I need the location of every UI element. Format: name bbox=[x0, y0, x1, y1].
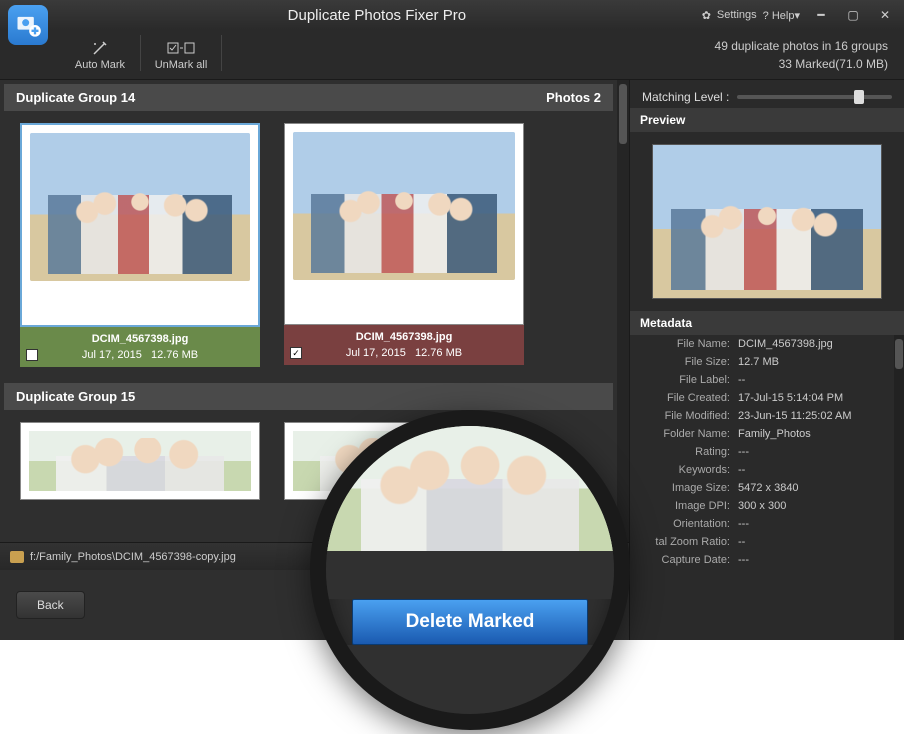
metadata-row: File Modified:23-Jun-15 11:25:02 AM bbox=[630, 407, 894, 425]
metadata-value: --- bbox=[738, 446, 886, 458]
titlebar: Duplicate Photos Fixer Pro ✿ Settings ? … bbox=[0, 0, 904, 30]
metadata-key: File Modified: bbox=[638, 410, 738, 422]
delete-marked-button[interactable]: Delete Marked bbox=[352, 599, 588, 645]
photo-thumbnail bbox=[293, 132, 515, 280]
metadata-header: Metadata bbox=[630, 311, 904, 335]
settings-gear-icon: ✿ bbox=[702, 9, 711, 22]
metadata-key: File Size: bbox=[638, 356, 738, 368]
group-title: Duplicate Group 14 bbox=[16, 90, 135, 105]
wand-icon bbox=[91, 39, 109, 57]
metadata-row: File Size:12.7 MB bbox=[630, 353, 894, 371]
minimize-button[interactable]: ━ bbox=[810, 6, 832, 24]
matching-level-row: Matching Level : bbox=[630, 80, 904, 108]
group-14-photos: DCIM_4567398.jpg Jul 17, 2015 12.76 MB D… bbox=[0, 111, 617, 379]
photo-thumbnail bbox=[29, 431, 251, 491]
metadata-row: Keywords:-- bbox=[630, 461, 894, 479]
metadata-value: -- bbox=[738, 536, 886, 548]
metadata-list: File Name:DCIM_4567398.jpgFile Size:12.7… bbox=[630, 335, 904, 640]
metadata-key: tal Zoom Ratio: bbox=[638, 536, 738, 548]
file-path-text: f:/Family_Photos\DCIM_4567398-copy.jpg bbox=[30, 551, 236, 563]
chevron-down-icon: ▾ bbox=[794, 10, 800, 22]
maximize-button[interactable]: ▢ bbox=[842, 6, 864, 24]
folder-icon bbox=[10, 551, 24, 563]
stats-text: 49 duplicate photos in 16 groups 33 Mark… bbox=[222, 37, 904, 73]
app-title: Duplicate Photos Fixer Pro bbox=[52, 7, 702, 24]
metadata-value: 23-Jun-15 11:25:02 AM bbox=[738, 410, 886, 422]
photo-meta-keep: DCIM_4567398.jpg Jul 17, 2015 12.76 MB bbox=[20, 327, 260, 367]
metadata-value: 300 x 300 bbox=[738, 500, 886, 512]
metadata-key: Image DPI: bbox=[638, 500, 738, 512]
photo-card[interactable] bbox=[20, 422, 260, 500]
preview-box bbox=[630, 132, 904, 311]
photo-meta-marked: DCIM_4567398.jpg Jul 17, 2015 12.76 MB ✓ bbox=[284, 325, 524, 365]
settings-link[interactable]: Settings bbox=[717, 9, 757, 21]
metadata-value: -- bbox=[738, 374, 886, 386]
metadata-row: File Created:17-Jul-15 5:14:04 PM bbox=[630, 389, 894, 407]
metadata-key: Capture Date: bbox=[638, 554, 738, 566]
metadata-key: Folder Name: bbox=[638, 428, 738, 440]
photo-filename: DCIM_4567398.jpg bbox=[290, 331, 518, 343]
group-header-14[interactable]: Duplicate Group 14 Photos 2 bbox=[4, 84, 613, 111]
app-logo-icon bbox=[8, 5, 48, 45]
auto-mark-button[interactable]: Auto Mark bbox=[60, 35, 140, 75]
metadata-value: --- bbox=[738, 518, 886, 530]
metadata-key: Orientation: bbox=[638, 518, 738, 530]
metadata-value: 5472 x 3840 bbox=[738, 482, 886, 494]
metadata-value: Family_Photos bbox=[738, 428, 886, 440]
metadata-key: File Name: bbox=[638, 338, 738, 350]
metadata-row: Image DPI:300 x 300 bbox=[630, 497, 894, 515]
scrollbar-thumb[interactable] bbox=[619, 84, 627, 144]
metadata-scrollbar[interactable] bbox=[894, 335, 904, 640]
auto-mark-label: Auto Mark bbox=[75, 59, 125, 71]
metadata-key: Image Size: bbox=[638, 482, 738, 494]
metadata-row: Image Size:5472 x 3840 bbox=[630, 479, 894, 497]
unmark-all-button[interactable]: UnMark all bbox=[141, 35, 221, 75]
metadata-key: File Created: bbox=[638, 392, 738, 404]
mark-checkbox[interactable] bbox=[26, 349, 38, 361]
vertical-scrollbar[interactable] bbox=[617, 80, 629, 542]
metadata-row: tal Zoom Ratio:-- bbox=[630, 533, 894, 551]
metadata-row: File Label:-- bbox=[630, 371, 894, 389]
slider-knob[interactable] bbox=[854, 90, 864, 104]
group-count: Photos 2 bbox=[546, 90, 601, 105]
unmark-icon bbox=[167, 39, 195, 57]
close-button[interactable]: ✕ bbox=[874, 6, 896, 24]
toolbar: Auto Mark UnMark all 49 duplicate photos… bbox=[0, 30, 904, 80]
metadata-value: -- bbox=[738, 464, 886, 476]
metadata-row: Rating:--- bbox=[630, 443, 894, 461]
photo-card[interactable]: DCIM_4567398.jpg Jul 17, 2015 12.76 MB ✓ bbox=[284, 123, 524, 367]
magnifier-overlay: Delete Marked bbox=[310, 410, 630, 730]
matching-level-slider[interactable] bbox=[737, 95, 892, 99]
photo-card[interactable]: DCIM_4567398.jpg Jul 17, 2015 12.76 MB bbox=[20, 123, 260, 367]
magnified-thumbnail bbox=[326, 426, 614, 551]
back-button[interactable]: Back bbox=[16, 591, 85, 619]
metadata-key: Keywords: bbox=[638, 464, 738, 476]
preview-header: Preview bbox=[630, 108, 904, 132]
photo-filename: DCIM_4567398.jpg bbox=[26, 333, 254, 345]
help-link[interactable]: ? Help▾ bbox=[763, 9, 800, 22]
metadata-row: Folder Name:Family_Photos bbox=[630, 425, 894, 443]
group-title: Duplicate Group 15 bbox=[16, 389, 135, 404]
mark-checkbox[interactable]: ✓ bbox=[290, 347, 302, 359]
metadata-value: 17-Jul-15 5:14:04 PM bbox=[738, 392, 886, 404]
metadata-key: File Label: bbox=[638, 374, 738, 386]
preview-image bbox=[652, 144, 882, 299]
metadata-row: File Name:DCIM_4567398.jpg bbox=[630, 335, 894, 353]
unmark-all-label: UnMark all bbox=[155, 59, 208, 71]
photo-thumbnail bbox=[30, 133, 250, 281]
metadata-value: --- bbox=[738, 554, 886, 566]
matching-level-label: Matching Level : bbox=[642, 90, 729, 104]
metadata-value: 12.7 MB bbox=[738, 356, 886, 368]
scrollbar-thumb[interactable] bbox=[895, 339, 903, 369]
metadata-row: Capture Date:--- bbox=[630, 551, 894, 569]
metadata-key: Rating: bbox=[638, 446, 738, 458]
metadata-row: Orientation:--- bbox=[630, 515, 894, 533]
side-panel: Matching Level : Preview Metadata File N… bbox=[629, 80, 904, 640]
metadata-value: DCIM_4567398.jpg bbox=[738, 338, 886, 350]
group-header-15[interactable]: Duplicate Group 15 bbox=[4, 383, 613, 410]
